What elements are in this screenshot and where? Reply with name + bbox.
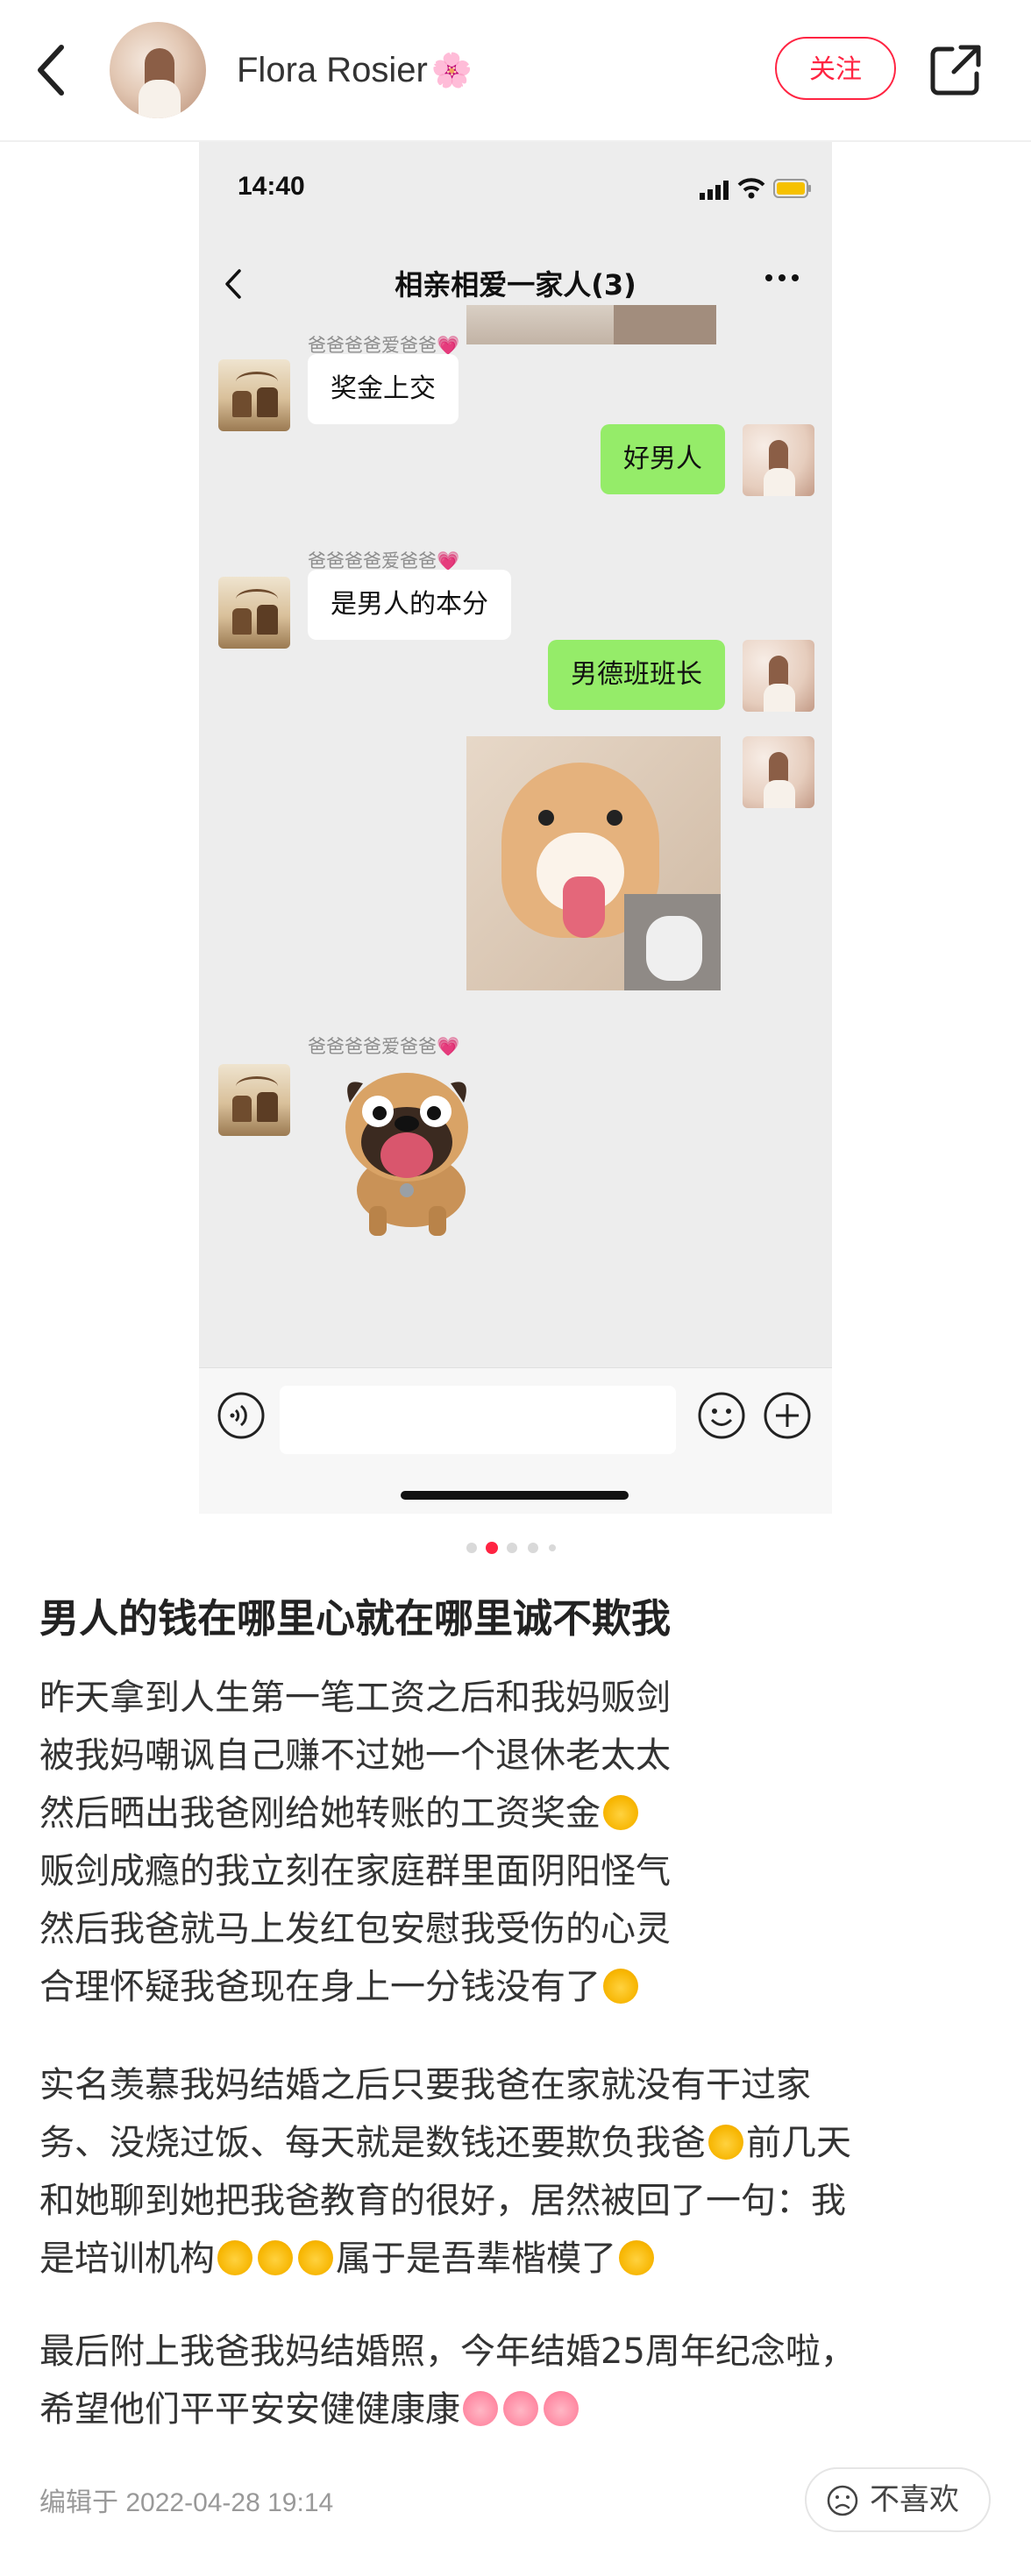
post-title: 男人的钱在哪里心就在哪里诚不欺我	[39, 1595, 672, 1642]
author-avatar[interactable]	[110, 22, 206, 118]
shiba-dog-image	[466, 736, 721, 990]
chat-screenshot-image[interactable]: 14:40 相亲相爱一家人(3) 爸爸爸爸爱爸爸💗 奖金上交 好男人 爸爸爸爸爱…	[199, 142, 832, 1514]
text-span: 合理怀疑我爸现在身上一分钱没有了	[39, 1967, 601, 2007]
top-bar: Flora Rosier 🌸 关注	[0, 0, 1031, 142]
sender-name-text: 爸爸爸爸爱爸爸	[308, 335, 437, 356]
text-line: 昨天拿到人生第一笔工资之后和我妈贩剑	[39, 1678, 671, 1718]
dad-avatar	[218, 577, 290, 649]
chick-emoji-icon	[217, 2240, 252, 2275]
chick-emoji-icon	[258, 2240, 293, 2275]
text-line: 贩剑成瘾的我立刻在家庭群里面阴阳怪气	[39, 1851, 671, 1891]
message-bubble-left: 奖金上交	[308, 354, 459, 424]
text-span: 希望他们平平安安健健康康	[39, 2389, 460, 2430]
sender-name-text: 爸爸爸爸爱爸爸	[308, 1036, 437, 1057]
partial-image-message	[466, 305, 716, 344]
text-line: 然后晒出我爸刚给她转账的工资奖金	[39, 1785, 995, 1842]
chat-input-bar	[199, 1367, 832, 1514]
text-line: 合理怀疑我爸现在身上一分钱没有了	[39, 1958, 995, 2016]
text-span: 然后晒出我爸刚给她转账的工资奖金	[39, 1793, 601, 1834]
pager-dot-active[interactable]	[486, 1542, 498, 1554]
more-icon	[765, 274, 799, 281]
text-span: 是培训机构	[39, 2239, 215, 2279]
edit-timestamp: 编辑于 2022-04-28 19:14	[39, 2488, 334, 2517]
chat-messages: 爸爸爸爸爱爸爸💗 奖金上交 好男人 爸爸爸爸爱爸爸💗 是男人的本分 男德班班长	[199, 305, 832, 1367]
text-line: 和她聊到她把我爸教育的很好，居然被回了一句：我	[39, 2181, 846, 2221]
wifi-icon	[737, 178, 765, 199]
text-line: 希望他们平平安安健健康康	[39, 2381, 995, 2438]
post-paragraph-1: 昨天拿到人生第一笔工资之后和我妈贩剑 被我妈嘲讽自己赚不过她一个退休老太太 然后…	[39, 1669, 995, 2016]
text-line: 被我妈嘲讽自己赚不过她一个退休老太太	[39, 1735, 671, 1776]
author-name[interactable]: Flora Rosier 🌸	[237, 44, 473, 97]
pig-emoji-icon	[544, 2391, 579, 2426]
dad-avatar	[218, 359, 290, 431]
image-pager	[466, 1542, 565, 1555]
home-indicator	[401, 1491, 629, 1500]
heart-emoji: 💗	[437, 1036, 460, 1057]
chick-emoji-icon	[708, 2125, 743, 2160]
text-span: 务、没烧过饭、每天就是数钱还要欺负我爸	[39, 2123, 706, 2163]
post-paragraph-2: 实名羡慕我妈结婚之后只要我爸在家就没有干过家 务、没烧过饭、每天就是数钱还要欺负…	[39, 2056, 995, 2288]
flower-emoji: 🌸	[430, 53, 473, 89]
emoji-icon	[698, 1392, 745, 1439]
text-line: 实名羡慕我妈结婚之后只要我爸在家就没有干过家	[39, 2065, 811, 2105]
share-icon[interactable]	[926, 40, 985, 100]
author-name-text: Flora Rosier	[237, 51, 428, 89]
text-line: 然后我爸就马上发红包安慰我受伤的心灵	[39, 1909, 671, 1949]
post-paragraph-3: 最后附上我爸我妈结婚照，今年结婚25周年纪念啦， 希望他们平平安安健健康康	[39, 2323, 995, 2438]
heart-emoji: 💗	[437, 335, 460, 356]
pug-sticker-image	[345, 1073, 468, 1236]
sad-face-icon	[827, 2485, 858, 2516]
sender-name-text: 爸爸爸爸爱爸爸	[308, 550, 437, 571]
plus-icon	[764, 1392, 811, 1439]
chick-emoji-icon	[603, 1969, 638, 2004]
signal-icon	[700, 181, 729, 200]
chick-emoji-icon	[298, 2240, 333, 2275]
sender-name: 爸爸爸爸爱爸爸💗	[308, 1033, 459, 1059]
my-avatar	[743, 736, 814, 808]
text-span: 属于是吾辈楷模了	[336, 2239, 616, 2279]
pager-dot[interactable]	[466, 1543, 477, 1553]
voice-icon	[217, 1392, 265, 1439]
phone-status-bar: 14:40	[199, 142, 832, 238]
follow-button[interactable]: 关注	[775, 37, 896, 100]
text-line: 最后附上我爸我妈结婚照，今年结婚25周年纪念啦，	[39, 2331, 856, 2372]
message-input	[280, 1386, 676, 1454]
dislike-label: 不喜欢	[870, 2482, 959, 2517]
pig-emoji-icon	[503, 2391, 538, 2426]
chat-title: 相亲相爱一家人(3)	[395, 268, 636, 302]
pig-emoji-icon	[463, 2391, 498, 2426]
my-avatar	[743, 640, 814, 712]
chick-emoji-icon	[603, 1795, 638, 1830]
text-line: 是培训机构 属于是吾辈楷模了	[39, 2230, 995, 2288]
text-span: 前几天	[746, 2123, 851, 2163]
my-avatar	[743, 424, 814, 496]
message-bubble-right: 男德班班长	[548, 640, 725, 710]
heart-emoji: 💗	[437, 550, 460, 571]
back-arrow-icon[interactable]	[33, 42, 68, 98]
text-line: 务、没烧过饭、每天就是数钱还要欺负我爸 前几天	[39, 2114, 995, 2172]
battery-icon	[773, 179, 811, 198]
pager-dot[interactable]	[507, 1543, 517, 1553]
dislike-button[interactable]: 不喜欢	[805, 2467, 991, 2532]
pager-dot[interactable]	[549, 1544, 556, 1551]
message-bubble-right: 好男人	[601, 424, 725, 494]
pager-dot[interactable]	[528, 1543, 538, 1553]
dad-avatar	[218, 1064, 290, 1136]
chick-emoji-icon	[619, 2240, 654, 2275]
message-bubble-left: 是男人的本分	[308, 570, 511, 640]
status-time: 14:40	[238, 172, 305, 201]
